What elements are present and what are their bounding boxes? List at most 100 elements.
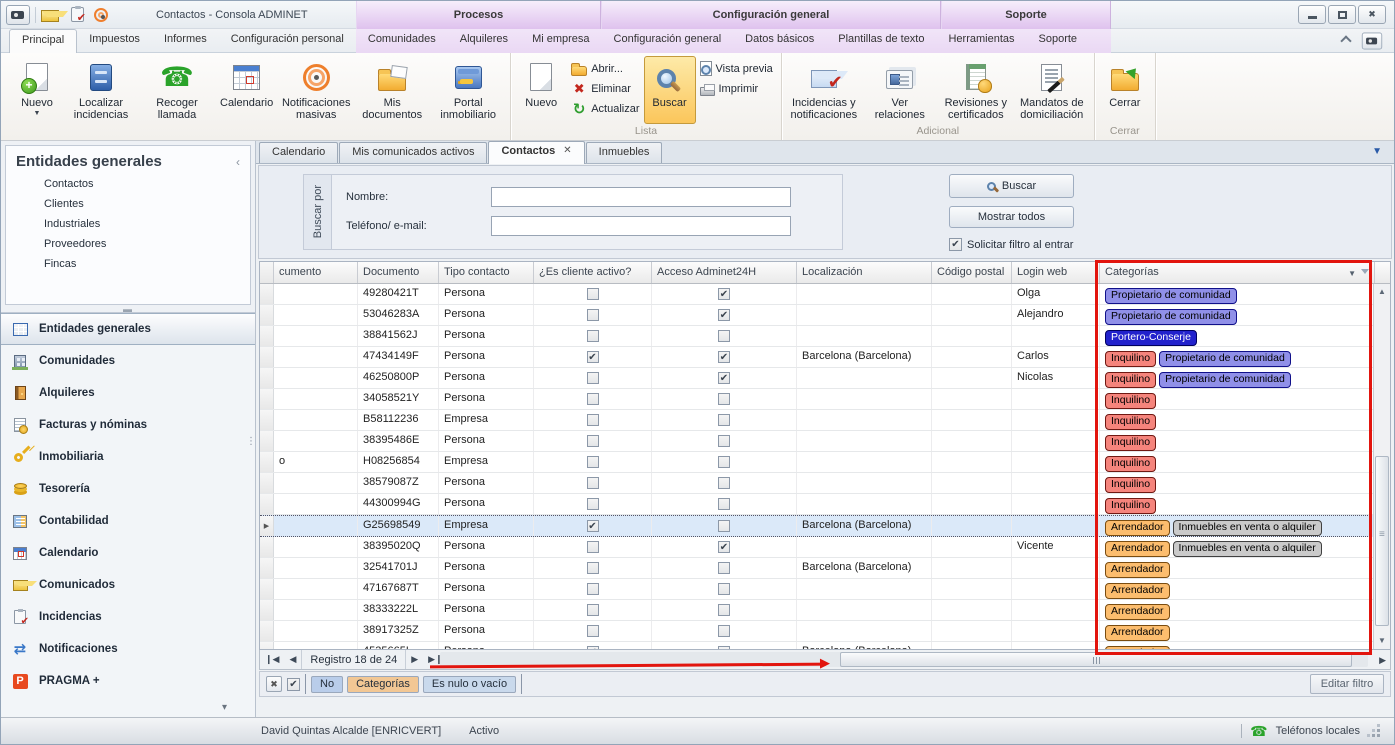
row-selector[interactable]	[260, 452, 274, 472]
ribbon-tab-comunidades[interactable]: Comunidades	[356, 29, 448, 53]
sidebar-item-entidades-generales[interactable]: Entidades generales	[1, 313, 255, 345]
maximize-button[interactable]	[1328, 5, 1356, 24]
ribbon-tab-impuestos[interactable]: Impuestos	[77, 29, 152, 53]
scroll-down-icon[interactable]: ▼	[1374, 633, 1390, 649]
ribbon-small-button-actualizar[interactable]: Actualizar	[571, 100, 639, 117]
column-header-acceso-adminet24h[interactable]: Acceso Adminet24H	[652, 262, 797, 283]
vertical-scroll-thumb[interactable]	[1375, 456, 1389, 626]
checkbox[interactable]	[718, 351, 730, 363]
buscar-button[interactable]: Buscar	[949, 174, 1074, 198]
ribbon-button-nuevo[interactable]: Nuevo▼	[11, 56, 63, 124]
hscroll-right-icon[interactable]: ▶	[1379, 655, 1386, 666]
solicitar-filtro-checkbox[interactable]	[949, 238, 962, 251]
explorer-item-clientes[interactable]: Clientes	[6, 194, 250, 214]
checkbox[interactable]	[718, 646, 730, 649]
checkbox[interactable]	[718, 414, 730, 426]
row-selector[interactable]	[260, 537, 274, 557]
sidebar-item-facturas-y-nominas[interactable]: Facturas y nóminas	[1, 409, 255, 441]
chevron-left-icon[interactable]: ‹	[236, 155, 240, 169]
mostrar-todos-button[interactable]: Mostrar todos	[949, 206, 1074, 228]
checkbox[interactable]	[587, 414, 599, 426]
checkbox[interactable]	[718, 562, 730, 574]
telefonos-locales-button[interactable]: Teléfonos locales	[1276, 725, 1360, 737]
checkbox[interactable]	[718, 477, 730, 489]
ribbon-button-recoger-llamada[interactable]: ☎Recoger llamada	[139, 56, 215, 124]
column-header-localizacion[interactable]: Localización	[797, 262, 932, 283]
ribbon-button-incidencias-y-notificaciones[interactable]: Incidencias y notificaciones	[786, 56, 862, 124]
close-button[interactable]: ✖	[1358, 5, 1386, 24]
table-row[interactable]: 38395020QPersonaVicenteArrendadorInmuebl…	[260, 537, 1390, 558]
nombre-input[interactable]	[491, 187, 791, 207]
checkbox[interactable]	[718, 520, 730, 532]
checkbox[interactable]	[718, 541, 730, 553]
ribbon-tab-principal[interactable]: Principal	[9, 29, 77, 53]
checkbox[interactable]	[587, 393, 599, 405]
column-header-es-cliente-activo[interactable]: ¿Es cliente activo?	[534, 262, 652, 283]
splitter-grip-icon[interactable]: ⋮	[246, 436, 256, 447]
checkbox[interactable]	[718, 604, 730, 616]
table-row[interactable]: 47434149FPersonaBarcelona (Barcelona)Car…	[260, 347, 1390, 368]
checkbox[interactable]	[587, 562, 599, 574]
next-record-button[interactable]: ▶	[406, 654, 423, 665]
prev-record-button[interactable]: ◀	[284, 654, 301, 665]
checkbox[interactable]	[587, 288, 599, 300]
column-header-cumento[interactable]: cumento	[274, 262, 358, 283]
broadcast-icon[interactable]	[94, 8, 108, 22]
mail-icon[interactable]	[41, 10, 59, 22]
checkbox[interactable]	[587, 583, 599, 595]
filter-chip-es-nulo-o-vacio[interactable]: Es nulo o vacío	[423, 676, 516, 693]
ribbon-tab-datos-basicos[interactable]: Datos básicos	[733, 29, 826, 53]
checkbox[interactable]	[718, 309, 730, 321]
sidebar-item-incidencias[interactable]: Incidencias	[1, 601, 255, 633]
panel-splitter[interactable]: ▬	[1, 305, 255, 312]
row-selector[interactable]	[260, 431, 274, 451]
row-selector[interactable]	[260, 579, 274, 599]
explorer-item-fincas[interactable]: Fincas	[6, 254, 250, 274]
column-header-codigo-postal[interactable]: Código postal	[932, 262, 1012, 283]
close-tab-icon[interactable]: ✕	[563, 145, 571, 164]
app-icon[interactable]	[6, 5, 30, 25]
tab-inmuebles[interactable]: Inmuebles	[586, 142, 663, 163]
row-selector[interactable]	[260, 368, 274, 388]
checkbox[interactable]	[587, 625, 599, 637]
resize-grip[interactable]	[1368, 725, 1380, 737]
ribbon-tab-plantillas-de-texto[interactable]: Plantillas de texto	[826, 29, 936, 53]
column-header-documento[interactable]: Documento	[358, 262, 439, 283]
filter-enabled-checkbox[interactable]	[287, 678, 300, 691]
tab-contactos[interactable]: Contactos✕	[488, 141, 584, 164]
checkbox[interactable]	[587, 435, 599, 447]
checkbox[interactable]	[587, 604, 599, 616]
checkbox[interactable]	[718, 625, 730, 637]
ribbon-small-button-vista-previa[interactable]: Vista previa	[700, 60, 773, 77]
table-row[interactable]: 44300994GPersonaInquilino	[260, 494, 1390, 515]
app-mini-icon[interactable]	[1362, 33, 1382, 50]
sidebar-item-notificaciones[interactable]: Notificaciones	[1, 633, 255, 665]
table-row[interactable]: B58112236EmpresaInquilino	[260, 410, 1390, 431]
table-row[interactable]: 38917325ZPersonaArrendador	[260, 621, 1390, 642]
table-row[interactable]: 32541701JPersonaBarcelona (Barcelona)Arr…	[260, 558, 1390, 579]
table-row[interactable]: 38841562JPersonaPortero-Conserje	[260, 326, 1390, 347]
checkbox[interactable]	[718, 498, 730, 510]
table-row[interactable]: 46250800PPersonaNicolasInquilinoPropieta…	[260, 368, 1390, 389]
row-selector[interactable]	[260, 284, 274, 304]
explorer-item-industriales[interactable]: Industriales	[6, 214, 250, 234]
row-selector[interactable]	[260, 347, 274, 367]
row-selector[interactable]	[260, 642, 274, 649]
first-record-button[interactable]: ❙◀	[260, 654, 284, 665]
ribbon-tab-configuracion-general[interactable]: Configuración general	[602, 29, 734, 53]
column-header-categorias[interactable]: Categorías▼	[1100, 262, 1375, 283]
ribbon-small-button-abrir[interactable]: Abrir...	[571, 60, 639, 77]
checkbox[interactable]	[718, 372, 730, 384]
row-selector[interactable]	[260, 305, 274, 325]
vertical-scrollbar[interactable]: ▲ ▼	[1373, 284, 1390, 649]
ribbon-tab-herramientas[interactable]: Herramientas	[936, 29, 1026, 53]
table-row[interactable]: oH08256854EmpresaInquilino	[260, 452, 1390, 473]
column-header-login-web[interactable]: Login web	[1012, 262, 1100, 283]
filter-chip-no[interactable]: No	[311, 676, 343, 693]
filter-chip-categorias[interactable]: Categorías	[347, 676, 419, 693]
sidebar-item-alquileres[interactable]: Alquileres	[1, 377, 255, 409]
ribbon-button-calendario[interactable]: Calendario	[215, 56, 278, 124]
ribbon-button-mandatos-de-domiciliacion[interactable]: Mandatos de domiciliación	[1014, 56, 1090, 124]
column-header-tipo-contacto[interactable]: Tipo contacto	[439, 262, 534, 283]
checkbox[interactable]	[718, 456, 730, 468]
